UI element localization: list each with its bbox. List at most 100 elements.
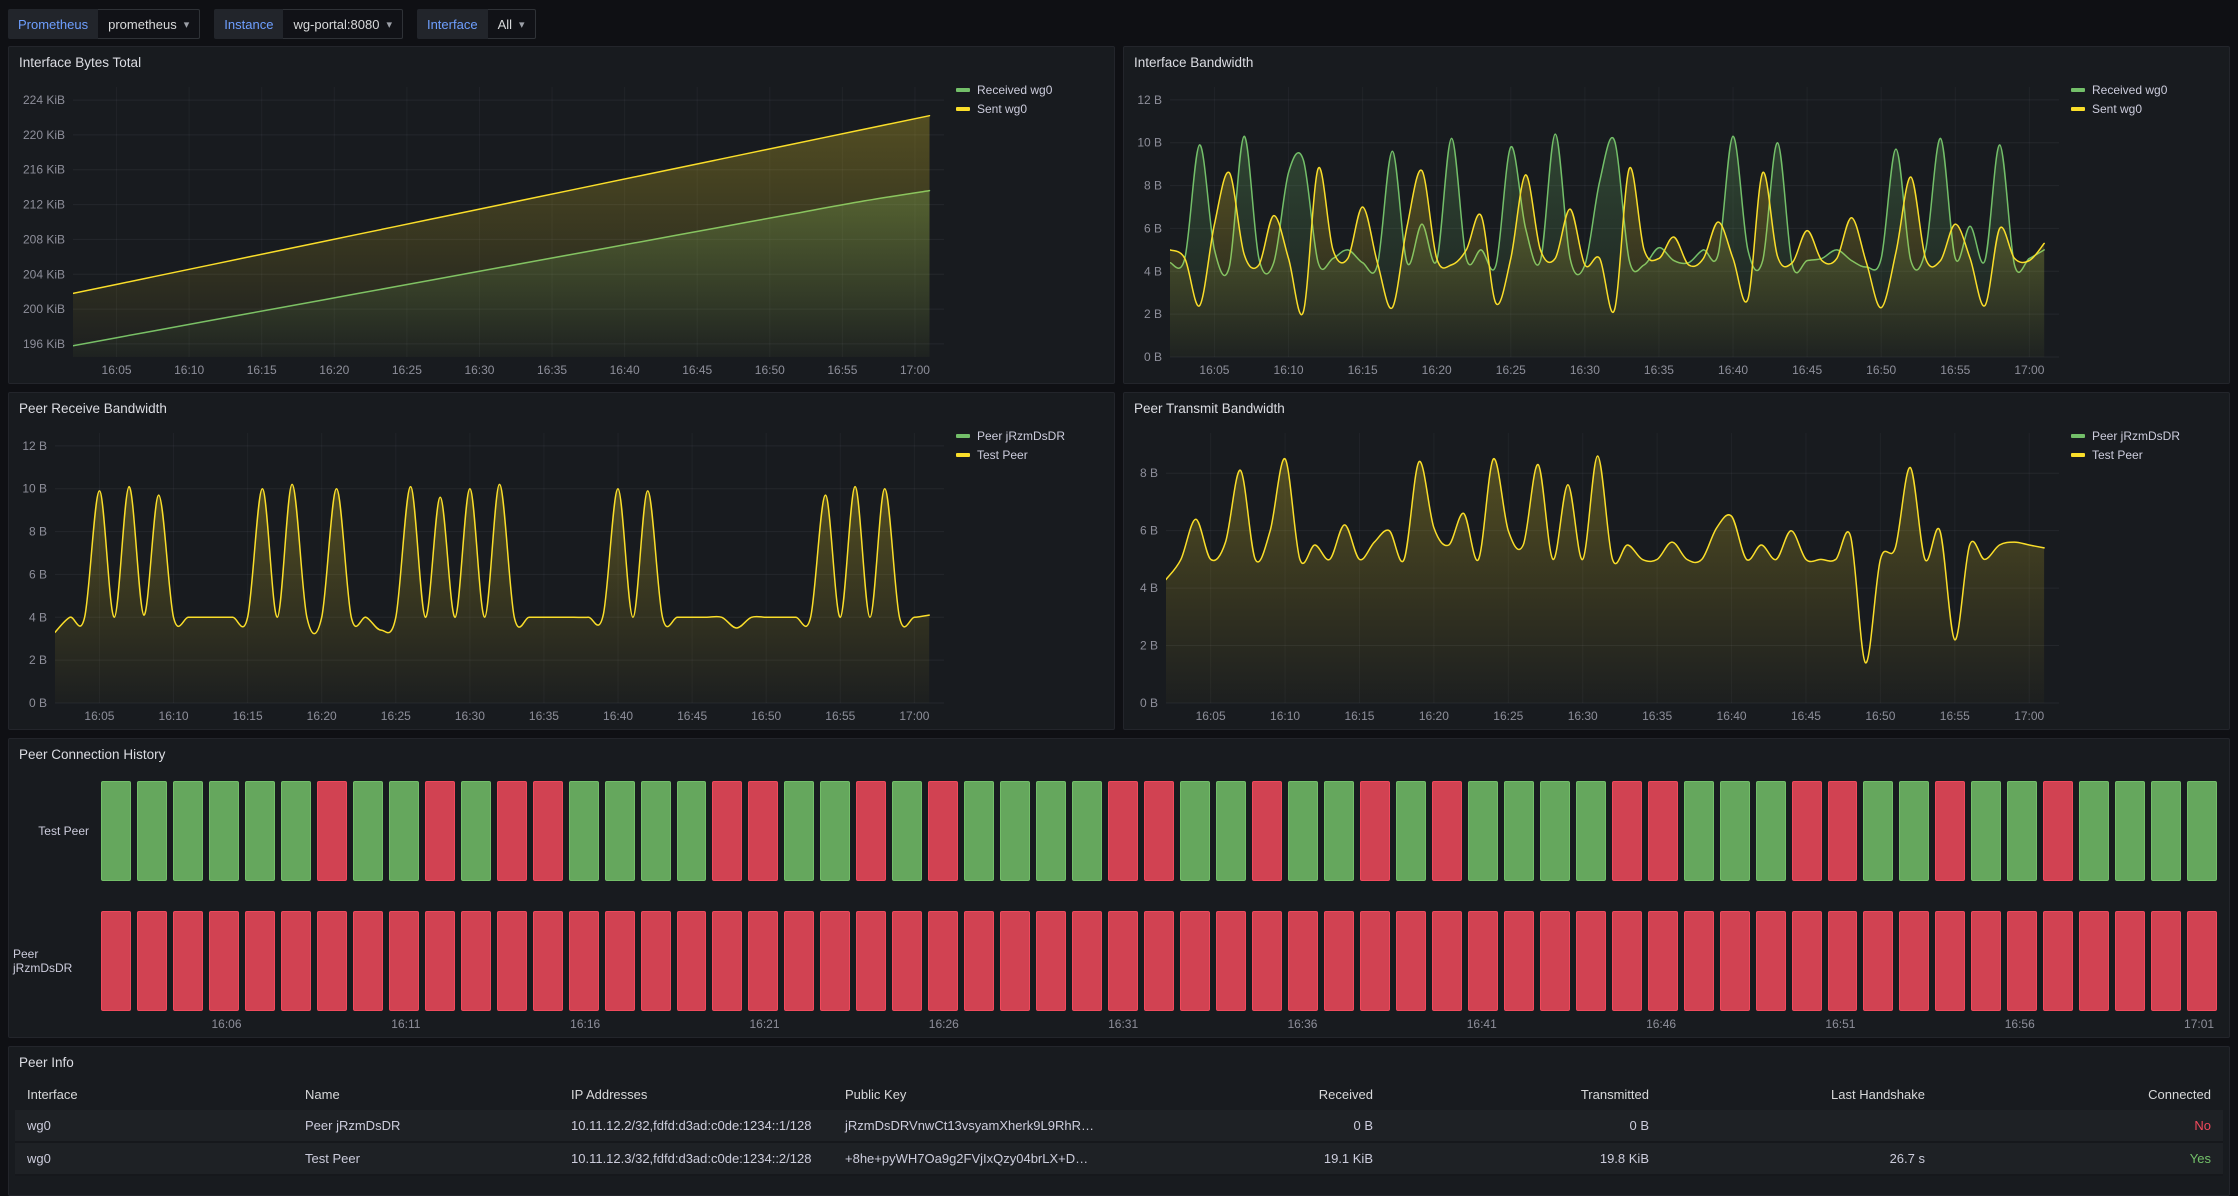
status-bar-disconnected[interactable] [641, 911, 671, 1011]
status-bar-disconnected[interactable] [1432, 911, 1462, 1011]
column-header-interface[interactable]: Interface [15, 1079, 293, 1110]
status-bar-connected[interactable] [281, 781, 311, 881]
status-bar-disconnected[interactable] [1792, 911, 1822, 1011]
status-bar-disconnected[interactable] [425, 781, 455, 881]
status-bar-disconnected[interactable] [2043, 911, 2073, 1011]
status-bar-connected[interactable] [784, 781, 814, 881]
status-bar-disconnected[interactable] [1252, 911, 1282, 1011]
status-bar-disconnected[interactable] [1971, 911, 2001, 1011]
status-bar-disconnected[interactable] [1108, 781, 1138, 881]
status-bar-disconnected[interactable] [1144, 911, 1174, 1011]
status-bar-disconnected[interactable] [1504, 911, 1534, 1011]
status-bar-disconnected[interactable] [101, 911, 131, 1011]
status-bar-connected[interactable] [964, 781, 994, 881]
legend-item-sent-wg0[interactable]: Sent wg0 [2071, 102, 2219, 116]
status-bar-disconnected[interactable] [2043, 781, 2073, 881]
legend-item-received-wg0[interactable]: Received wg0 [2071, 83, 2219, 97]
status-bar-disconnected[interactable] [1252, 781, 1282, 881]
var-prometheus-dropdown[interactable]: prometheus ▾ [98, 9, 200, 39]
var-interface-dropdown[interactable]: All ▾ [488, 9, 536, 39]
status-bar-connected[interactable] [605, 781, 635, 881]
status-bar-disconnected[interactable] [1612, 911, 1642, 1011]
status-bar-disconnected[interactable] [1360, 781, 1390, 881]
status-bar-connected[interactable] [137, 781, 167, 881]
status-bar-connected[interactable] [1180, 781, 1210, 881]
peer-connection-history-chart[interactable]: Test PeerPeer jRzmDsDR16:0616:1116:1616:… [9, 769, 2229, 1037]
status-bar-disconnected[interactable] [425, 911, 455, 1011]
status-bar-connected[interactable] [2079, 781, 2109, 881]
status-bar-disconnected[interactable] [2007, 911, 2037, 1011]
status-bar-disconnected[interactable] [389, 911, 419, 1011]
status-bar-disconnected[interactable] [712, 911, 742, 1011]
status-bar-disconnected[interactable] [1612, 781, 1642, 881]
interface-bytes-total-chart[interactable]: 16:0516:1016:1516:2016:2516:3016:3516:40… [13, 77, 952, 381]
status-bar-disconnected[interactable] [1108, 911, 1138, 1011]
status-bar-connected[interactable] [677, 781, 707, 881]
status-bar-disconnected[interactable] [1000, 911, 1030, 1011]
peer-transmit-bandwidth-chart[interactable]: 16:0516:1016:1516:2016:2516:3016:3516:40… [1128, 423, 2067, 727]
status-bar-disconnected[interactable] [1792, 781, 1822, 881]
status-bar-disconnected[interactable] [856, 911, 886, 1011]
column-header-last-handshake[interactable]: Last Handshake [1661, 1079, 1937, 1110]
status-bar-disconnected[interactable] [137, 911, 167, 1011]
status-bar-disconnected[interactable] [533, 781, 563, 881]
status-bar-disconnected[interactable] [2187, 911, 2217, 1011]
status-bar-disconnected[interactable] [928, 781, 958, 881]
status-bar-disconnected[interactable] [712, 781, 742, 881]
column-header-ip-addresses[interactable]: IP Addresses [559, 1079, 833, 1110]
status-bar-connected[interactable] [173, 781, 203, 881]
status-bar-disconnected[interactable] [748, 781, 778, 881]
status-bar-connected[interactable] [641, 781, 671, 881]
status-bar-connected[interactable] [1288, 781, 1318, 881]
status-bar-connected[interactable] [2007, 781, 2037, 881]
legend-item-peer-jrzmdsdr[interactable]: Peer jRzmDsDR [956, 429, 1104, 443]
status-bar-connected[interactable] [1324, 781, 1354, 881]
status-bar-disconnected[interactable] [1576, 911, 1606, 1011]
panel-title[interactable]: Peer Connection History [19, 747, 165, 762]
status-bar-connected[interactable] [1899, 781, 1929, 881]
status-bar-connected[interactable] [2115, 781, 2145, 881]
status-bar-disconnected[interactable] [1756, 911, 1786, 1011]
status-bar-connected[interactable] [2151, 781, 2181, 881]
status-bar-disconnected[interactable] [1899, 911, 1929, 1011]
panel-title[interactable]: Interface Bandwidth [1134, 55, 1253, 70]
status-bar-connected[interactable] [353, 781, 383, 881]
status-bar-connected[interactable] [1216, 781, 1246, 881]
status-bar-connected[interactable] [1396, 781, 1426, 881]
status-bar-connected[interactable] [1000, 781, 1030, 881]
legend-item-test-peer[interactable]: Test Peer [2071, 448, 2219, 462]
status-bar-connected[interactable] [820, 781, 850, 881]
status-bar-disconnected[interactable] [1684, 911, 1714, 1011]
column-header-received[interactable]: Received [1111, 1079, 1385, 1110]
status-bar-disconnected[interactable] [245, 911, 275, 1011]
status-bar-disconnected[interactable] [1072, 911, 1102, 1011]
peer-receive-bandwidth-chart[interactable]: 16:0516:1016:1516:2016:2516:3016:3516:40… [13, 423, 952, 727]
status-bar-disconnected[interactable] [1432, 781, 1462, 881]
legend-item-test-peer[interactable]: Test Peer [956, 448, 1104, 462]
status-bar-disconnected[interactable] [317, 911, 347, 1011]
status-bar-disconnected[interactable] [1720, 911, 1750, 1011]
column-header-connected[interactable]: Connected [1937, 1079, 2223, 1110]
status-bar-disconnected[interactable] [173, 911, 203, 1011]
status-bar-connected[interactable] [1863, 781, 1893, 881]
status-bar-connected[interactable] [209, 781, 239, 881]
status-bar-connected[interactable] [1072, 781, 1102, 881]
status-bar-disconnected[interactable] [1036, 911, 1066, 1011]
status-bar-disconnected[interactable] [1468, 911, 1498, 1011]
status-bar-connected[interactable] [389, 781, 419, 881]
status-bar-disconnected[interactable] [677, 911, 707, 1011]
legend-item-sent-wg0[interactable]: Sent wg0 [956, 102, 1104, 116]
status-bar-connected[interactable] [1468, 781, 1498, 881]
status-bar-connected[interactable] [1756, 781, 1786, 881]
column-header-public-key[interactable]: Public Key [833, 1079, 1111, 1110]
interface-bandwidth-chart[interactable]: 16:0516:1016:1516:2016:2516:3016:3516:40… [1128, 77, 2067, 381]
status-bar-disconnected[interactable] [461, 911, 491, 1011]
status-bar-connected[interactable] [101, 781, 131, 881]
status-bar-disconnected[interactable] [784, 911, 814, 1011]
panel-title[interactable]: Peer Receive Bandwidth [19, 401, 167, 416]
status-bar-disconnected[interactable] [1648, 911, 1678, 1011]
status-bar-disconnected[interactable] [317, 781, 347, 881]
panel-title[interactable]: Peer Info [19, 1055, 74, 1070]
status-bar-disconnected[interactable] [856, 781, 886, 881]
status-bar-disconnected[interactable] [1180, 911, 1210, 1011]
